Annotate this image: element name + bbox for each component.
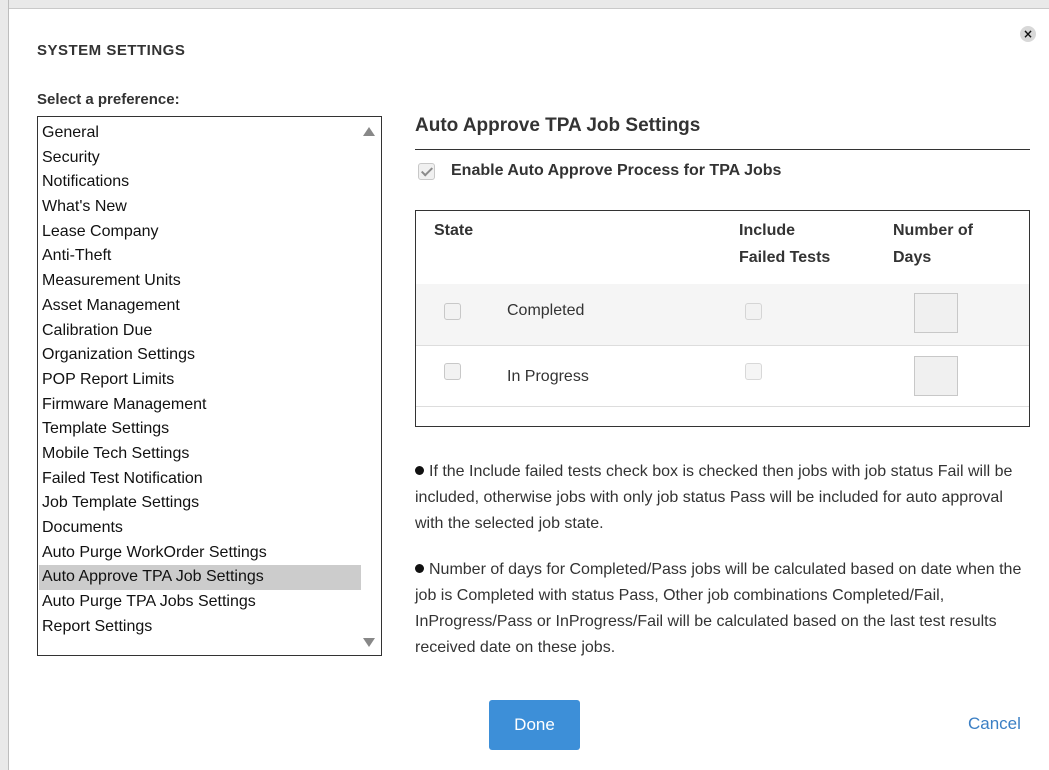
preference-item[interactable]: General — [39, 121, 361, 146]
in-progress-days-input[interactable] — [914, 356, 958, 396]
preference-item[interactable]: Auto Approve TPA Job Settings — [39, 565, 361, 591]
note-number-of-days: Number of days for Completed/Pass jobs w… — [415, 557, 1030, 661]
preference-item[interactable]: What's New — [39, 195, 361, 220]
preference-item[interactable]: Anti-Theft — [39, 244, 361, 269]
header-state: State — [434, 222, 474, 239]
header-include-line1: Include — [739, 222, 796, 239]
completed-days-input[interactable] — [914, 293, 958, 333]
preference-select-label: Select a preference: — [37, 91, 180, 108]
preference-listbox[interactable]: General Security Notifications What's New Le… — [37, 116, 382, 656]
scroll-down-icon[interactable] — [363, 638, 375, 647]
preference-item[interactable]: Documents — [39, 516, 361, 541]
section-divider — [415, 149, 1030, 150]
completed-state-checkbox[interactable] — [444, 303, 461, 320]
note-include-failed: If the Include failed tests check box is… — [415, 459, 1030, 537]
row-divider — [416, 345, 1029, 346]
scroll-up-icon[interactable] — [363, 127, 375, 136]
cancel-link[interactable]: Cancel — [968, 714, 1021, 734]
enable-auto-approve-label: Enable Auto Approve Process for TPA Jobs — [451, 162, 782, 179]
preference-list: General Security Notifications What's New Le… — [39, 121, 361, 639]
preference-item[interactable]: Report Settings — [39, 615, 361, 640]
preference-item[interactable]: Failed Test Notification — [39, 467, 361, 492]
job-state-table: State Include Failed Tests Number of Day… — [415, 210, 1030, 427]
window-frame-left — [0, 0, 9, 770]
bullet-icon — [415, 466, 424, 475]
preference-item[interactable]: Mobile Tech Settings — [39, 442, 361, 467]
header-days-line1: Number of — [893, 222, 973, 239]
row-label-completed: Completed — [507, 302, 585, 319]
preference-item[interactable]: Asset Management — [39, 294, 361, 319]
note-text: If the Include failed tests check box is… — [415, 463, 1013, 532]
done-button[interactable]: Done — [489, 700, 580, 750]
preference-item[interactable]: Security — [39, 146, 361, 171]
preference-item[interactable]: Measurement Units — [39, 269, 361, 294]
enable-auto-approve-checkbox[interactable] — [418, 163, 435, 180]
row-divider — [416, 406, 1029, 407]
dialog-title: SYSTEM SETTINGS — [37, 42, 186, 59]
bullet-icon — [415, 564, 424, 573]
note-text: Number of days for Completed/Pass jobs w… — [415, 561, 1022, 656]
completed-include-failed-checkbox[interactable] — [745, 303, 762, 320]
preference-item[interactable]: Job Template Settings — [39, 491, 361, 516]
close-icon[interactable]: × — [1020, 26, 1036, 42]
preference-item[interactable]: Lease Company — [39, 220, 361, 245]
preference-item[interactable]: Auto Purge WorkOrder Settings — [39, 541, 361, 566]
preference-item[interactable]: POP Report Limits — [39, 368, 361, 393]
window-frame-top — [0, 0, 1049, 9]
preference-item[interactable]: Organization Settings — [39, 343, 361, 368]
preference-item[interactable]: Notifications — [39, 170, 361, 195]
header-include-line2: Failed Tests — [739, 249, 831, 266]
in-progress-state-checkbox[interactable] — [444, 363, 461, 380]
preference-item[interactable]: Calibration Due — [39, 319, 361, 344]
in-progress-include-failed-checkbox[interactable] — [745, 363, 762, 380]
preference-item[interactable]: Firmware Management — [39, 393, 361, 418]
settings-section-title: Auto Approve TPA Job Settings — [415, 115, 701, 136]
header-days-line2: Days — [893, 249, 932, 266]
preference-item[interactable]: Template Settings — [39, 417, 361, 442]
preference-item[interactable]: Auto Purge TPA Jobs Settings — [39, 590, 361, 615]
row-label-in-progress: In Progress — [507, 368, 589, 385]
